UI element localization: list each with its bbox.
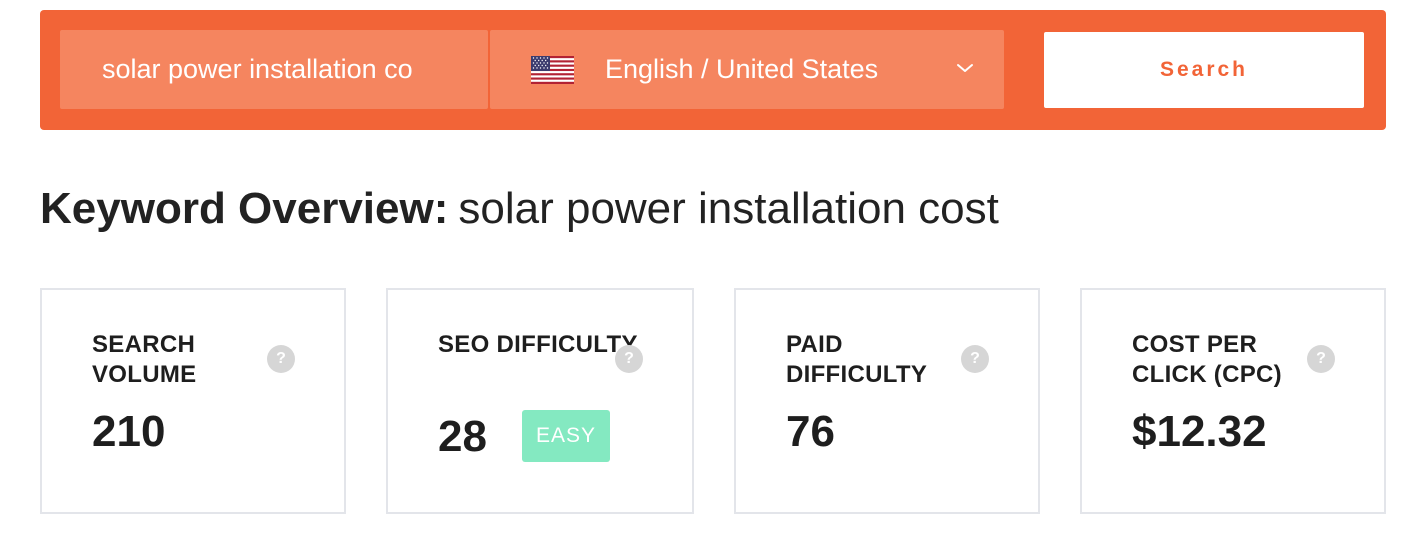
- cpc-card: COST PER CLICK (CPC) ? $12.32: [1080, 288, 1386, 514]
- help-icon[interactable]: ?: [615, 345, 643, 373]
- language-location-label: English / United States: [605, 54, 879, 84]
- keyword-search-bar: English / United States Search: [40, 10, 1386, 130]
- search-button[interactable]: Search: [1044, 32, 1364, 108]
- paid-difficulty-card: PAID DIFFICULTY ? 76: [734, 288, 1040, 514]
- seo-difficulty-value: 28: [438, 412, 487, 461]
- language-location-select[interactable]: English / United States: [490, 30, 1004, 109]
- seo-difficulty-label: SEO DIFFICULTY: [438, 331, 638, 358]
- cpc-value: $12.32: [1132, 407, 1267, 456]
- help-icon[interactable]: ?: [267, 345, 295, 373]
- search-volume-value: 210: [92, 407, 166, 456]
- paid-difficulty-label: PAID DIFFICULTY: [786, 331, 928, 388]
- seo-difficulty-card: SEO DIFFICULTY ? 28 EASY: [386, 288, 694, 514]
- chevron-down-icon: [957, 64, 973, 72]
- difficulty-badge: EASY: [522, 410, 610, 462]
- search-volume-label: SEARCH VOLUME: [92, 331, 197, 388]
- page-title: Keyword Overview: solar power installatio…: [40, 184, 999, 234]
- search-volume-card: SEARCH VOLUME ? 210: [40, 288, 346, 514]
- paid-difficulty-value: 76: [786, 407, 835, 456]
- help-icon[interactable]: ?: [1307, 345, 1335, 373]
- page-title-label: Keyword Overview:: [40, 184, 449, 233]
- help-icon[interactable]: ?: [961, 345, 989, 373]
- us-flag-icon: [531, 56, 574, 84]
- page-title-keyword: solar power installation cost: [458, 184, 999, 233]
- cpc-label: COST PER CLICK (CPC): [1132, 331, 1282, 388]
- keyword-input[interactable]: [60, 30, 488, 109]
